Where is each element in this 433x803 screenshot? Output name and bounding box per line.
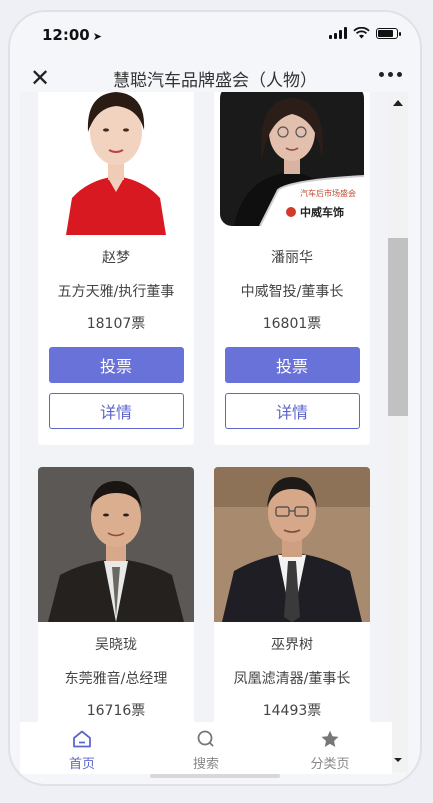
detail-button[interactable]: 详情 xyxy=(224,393,360,429)
candidate-name: 赵梦 xyxy=(102,250,130,266)
candidate-title: 五方天雅/执行董事 xyxy=(57,284,175,300)
scrollbar[interactable] xyxy=(388,92,408,772)
vote-count: 16716票 xyxy=(86,703,146,719)
candidate-photo[interactable] xyxy=(214,467,370,622)
vote-button[interactable]: 投票 xyxy=(48,347,184,383)
page-title: 慧聪汽车品牌盛会（人物） xyxy=(113,71,317,91)
candidate-card: 吴晓珑 东莞雅音/总经理 16716票 投票 详情 xyxy=(38,467,194,722)
more-dots-icon[interactable] xyxy=(379,72,402,77)
photo-badge: 中威车饰 xyxy=(300,205,344,219)
status-icons xyxy=(329,27,401,39)
status-bar: 12:00 ➤ xyxy=(10,12,420,56)
home-icon xyxy=(73,730,91,748)
candidate-photo[interactable] xyxy=(38,92,194,235)
time-text: 12:00 xyxy=(42,26,90,44)
scroll-down-arrow-icon[interactable] xyxy=(394,758,402,762)
scroll-up-arrow-icon[interactable] xyxy=(393,100,403,106)
star-icon xyxy=(321,730,339,747)
home-indicator xyxy=(150,774,280,778)
search-icon xyxy=(197,730,214,747)
candidate-card: 赵梦 五方天雅/执行董事 18107票 投票 详情 xyxy=(38,92,194,445)
candidate-photo[interactable] xyxy=(38,467,194,622)
tab-label: 搜索 xyxy=(192,757,219,772)
phone-frame: 12:00 ➤ ✕ 慧聪汽车品牌盛会（人物） 赵梦 五方天雅/执行董事 1810… xyxy=(8,10,422,786)
vote-count: 14493票 xyxy=(262,703,322,719)
tab-label: 分类页 xyxy=(310,757,350,772)
location-arrow-icon: ➤ xyxy=(92,30,102,43)
candidate-name: 巫界树 xyxy=(271,637,313,653)
status-time: 12:00 ➤ xyxy=(42,26,102,44)
tab-search[interactable]: 搜索 xyxy=(144,722,268,774)
tab-label: 首页 xyxy=(68,757,95,772)
candidate-title: 中威智投/董事长 xyxy=(240,284,344,300)
tab-home[interactable]: 首页 xyxy=(20,722,144,774)
scrollbar-thumb[interactable] xyxy=(388,238,408,416)
candidate-list: 赵梦 五方天雅/执行董事 18107票 投票 详情 汽车后市场盛会 中威车饰 潘… xyxy=(20,92,392,722)
bottom-tab-bar: 首页 搜索 分类页 xyxy=(20,722,392,774)
wifi-icon xyxy=(353,27,370,39)
tab-category[interactable]: 分类页 xyxy=(268,722,392,774)
candidate-card: 汽车后市场盛会 中威车饰 潘丽华 中威智投/董事长 16801票 投票 详情 xyxy=(214,92,370,445)
battery-icon xyxy=(376,27,401,39)
vote-button[interactable]: 投票 xyxy=(224,347,360,383)
detail-button[interactable]: 详情 xyxy=(48,393,184,429)
vote-count: 16801票 xyxy=(262,316,322,332)
candidate-photo[interactable]: 汽车后市场盛会 中威车饰 xyxy=(214,92,370,235)
candidate-card: 巫界树 凤凰滤清器/董事长 14493票 投票 详情 xyxy=(214,467,370,722)
close-icon[interactable]: ✕ xyxy=(30,64,50,92)
vote-count: 18107票 xyxy=(86,316,146,332)
photo-sign: 汽车后市场盛会 xyxy=(300,188,356,198)
candidate-name: 潘丽华 xyxy=(271,250,313,266)
cellular-signal-icon xyxy=(329,27,347,39)
candidate-title: 东莞雅音/总经理 xyxy=(64,671,168,687)
candidate-title: 凤凰滤清器/董事长 xyxy=(233,671,351,687)
candidate-name: 吴晓珑 xyxy=(95,637,137,653)
